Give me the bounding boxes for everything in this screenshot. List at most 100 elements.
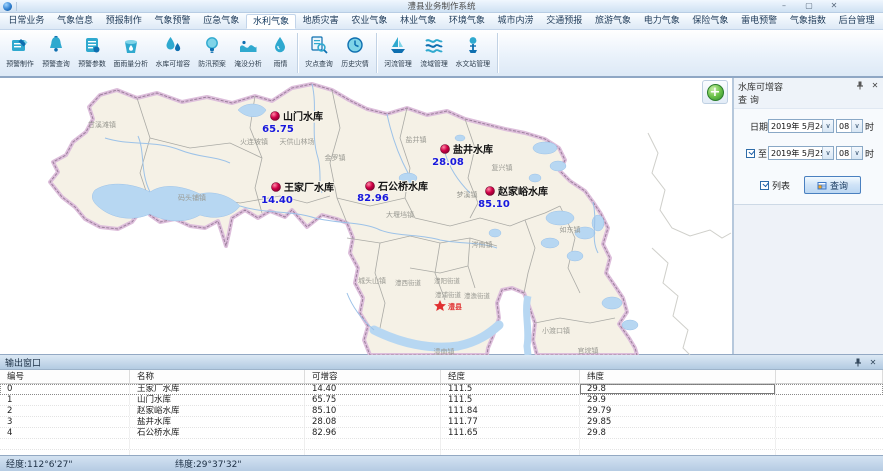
col-header-longitude[interactable]: 经度 [441,370,580,383]
tab-urban-waterlogging[interactable]: 城市内涝 [491,14,540,29]
reservoir-capacity-button[interactable]: 水库可增容 [152,31,194,75]
tab-hydrology-weather[interactable]: 水利气象 [246,14,297,29]
hour-unit-label: 时 [865,147,874,160]
hour-unit-label: 时 [865,120,874,133]
tab-tourism-weather[interactable]: 旅游气象 [589,14,638,29]
panel-close-icon[interactable]: ✕ [870,80,880,90]
raindrop-icon [268,33,292,57]
areal-rainfall-analysis-button[interactable]: 面雨量分析 [110,31,152,75]
warning-params-button[interactable]: 预警参数 [74,31,110,75]
chevron-down-icon: ∨ [851,147,862,159]
history-clock-icon [343,33,367,57]
svg-text:官垸镇: 官垸镇 [578,346,599,355]
svg-text:澧浦街道: 澧浦街道 [435,290,462,299]
tab-lightning-warning[interactable]: 雷电预警 [735,14,784,29]
tab-environment-weather[interactable]: 环境气象 [442,14,491,29]
svg-text:赵家峪水库: 赵家峪水库 [497,185,548,198]
tab-daily-business[interactable]: 日常业务 [2,14,51,29]
table-row[interactable]: 3 盐井水库 28.08 111.77 29.85 [0,417,883,428]
rain-bucket-icon [119,33,143,57]
warning-query-button[interactable]: 预警查询 [38,31,74,75]
table-row[interactable]: 0 王家厂水库 14.40 111.5 29.8 [0,384,883,395]
county-map[interactable]: 甘溪滩镇 码头铺镇 火连坡镇 天供山林场 金罗镇 盐井镇 复兴镇 梦溪镇 大堰垱… [0,78,732,355]
output-close-icon[interactable]: ✕ [868,357,878,367]
tab-weather-index[interactable]: 气象指数 [784,14,833,29]
disaster-point-query-button[interactable]: 灾点查询 [301,31,337,75]
svg-text:天供山林场: 天供山林场 [280,137,315,146]
flood-wave-icon [236,33,260,57]
warning-params-icon [80,33,104,57]
col-header-latitude[interactable]: 纬度 [580,370,776,383]
warning-query-bell-icon [44,33,68,57]
tab-geologic-disaster[interactable]: 地质灾害 [296,14,345,29]
svg-text:澧南镇: 澧南镇 [434,347,455,355]
col-header-name[interactable]: 名称 [130,370,305,383]
sailboat-icon [386,33,410,57]
svg-text:城头山镇: 城头山镇 [358,276,386,285]
hour-to-select[interactable]: 08 ∨ [836,146,863,160]
svg-text:甘溪滩镇: 甘溪滩镇 [88,120,116,129]
hour-from-select[interactable]: 08 ∨ [836,119,863,133]
tab-agriculture-weather[interactable]: 农业气象 [345,14,394,29]
add-plus-icon: + [707,84,724,101]
list-label: 列表 [772,179,790,192]
map-canvas[interactable]: 甘溪滩镇 码头铺镇 火连坡镇 天供山林场 金罗镇 盐井镇 复兴镇 梦溪镇 大堰垱… [0,78,734,354]
svg-text:涔南镇: 涔南镇 [472,240,493,249]
status-longitude: 经度:112°6'27" [0,457,175,470]
col-header-id[interactable]: 编号 [0,370,130,383]
to-date-checkbox[interactable] [746,149,755,158]
warning-make-button[interactable]: 预警制作 [2,31,38,75]
maximize-button[interactable]: ▢ [800,1,818,12]
ribbon-toolbar: 预警制作 预警查询 预警参数 面雨量分析 水库可增容 防汛预案 [0,30,883,78]
tab-insurance-weather[interactable]: 保险气象 [686,14,735,29]
tab-forestry-weather[interactable]: 林业气象 [394,14,443,29]
basin-management-button[interactable]: 流域管理 [416,31,452,75]
tab-emergency-weather[interactable]: 应急气象 [197,14,246,29]
col-header-capacity[interactable]: 可增容 [305,370,441,383]
panel-section-title: 查 询 [734,93,883,108]
svg-text:盐井水库: 盐井水库 [453,143,493,156]
table-header-row: 编号 名称 可增容 经度 纬度 [0,370,883,384]
tab-weather-warning[interactable]: 气象预警 [148,14,197,29]
svg-text:65.75: 65.75 [262,124,294,135]
svg-text:王家厂水库: 王家厂水库 [284,181,334,194]
history-disaster-button[interactable]: 历史灾情 [337,31,373,75]
date-from-select[interactable]: 2019年 5月24日 ∨ [768,119,834,133]
hydrostation-management-button[interactable]: 水文站管理 [452,31,494,75]
river-management-button[interactable]: 河流管理 [380,31,416,75]
to-label: 至 [758,147,768,160]
svg-text:14.40: 14.40 [261,195,293,206]
inundation-analysis-button[interactable]: 淹没分析 [230,31,266,75]
flood-plan-button[interactable]: 防汛预案 [194,31,230,75]
panel-title: 水库可增容 [738,80,783,93]
tab-backstage-admin[interactable]: 后台管理 [832,14,881,29]
water-drops-icon [161,33,185,57]
map-add-button[interactable]: + [702,80,728,104]
table-row[interactable]: 4 石公桥水库 82.96 111.65 29.8 [0,428,883,439]
tab-traffic-forecast[interactable]: 交通预报 [540,14,589,29]
pin-icon[interactable] [855,80,865,90]
chevron-down-icon: ∨ [822,120,833,132]
tab-forecast-making[interactable]: 预报制作 [99,14,148,29]
minimize-button[interactable]: – [775,1,793,12]
svg-text:大堰垱镇: 大堰垱镇 [386,210,414,219]
svg-text:澧西街道: 澧西街道 [395,278,422,287]
svg-text:82.96: 82.96 [357,193,389,204]
svg-text:石公桥水库: 石公桥水库 [377,180,428,193]
tab-power-weather[interactable]: 电力气象 [637,14,686,29]
pin-icon[interactable] [853,357,863,367]
close-button[interactable]: ✕ [825,1,843,12]
table-row[interactable]: 2 赵家峪水库 85.10 111.84 29.79 [0,406,883,417]
svg-text:小渡口镇: 小渡口镇 [542,326,570,335]
tab-weather-info[interactable]: 气象信息 [51,14,100,29]
output-table[interactable]: 编号 名称 可增容 经度 纬度 0 王家厂水库 14.40 111.5 29.8… [0,370,883,455]
svg-text:盐井镇: 盐井镇 [406,135,427,144]
list-checkbox[interactable] [760,181,769,190]
date-to-select[interactable]: 2019年 5月25日 ∨ [768,146,834,160]
rain-condition-button[interactable]: 雨情 [266,31,294,75]
table-row[interactable]: 1 山门水库 65.75 111.5 29.9 [0,395,883,406]
svg-text:码头铺镇: 码头铺镇 [178,193,206,202]
query-button[interactable]: 查询 [804,176,861,194]
toolbar-separator [376,33,377,73]
svg-text:澧县: 澧县 [448,302,462,311]
